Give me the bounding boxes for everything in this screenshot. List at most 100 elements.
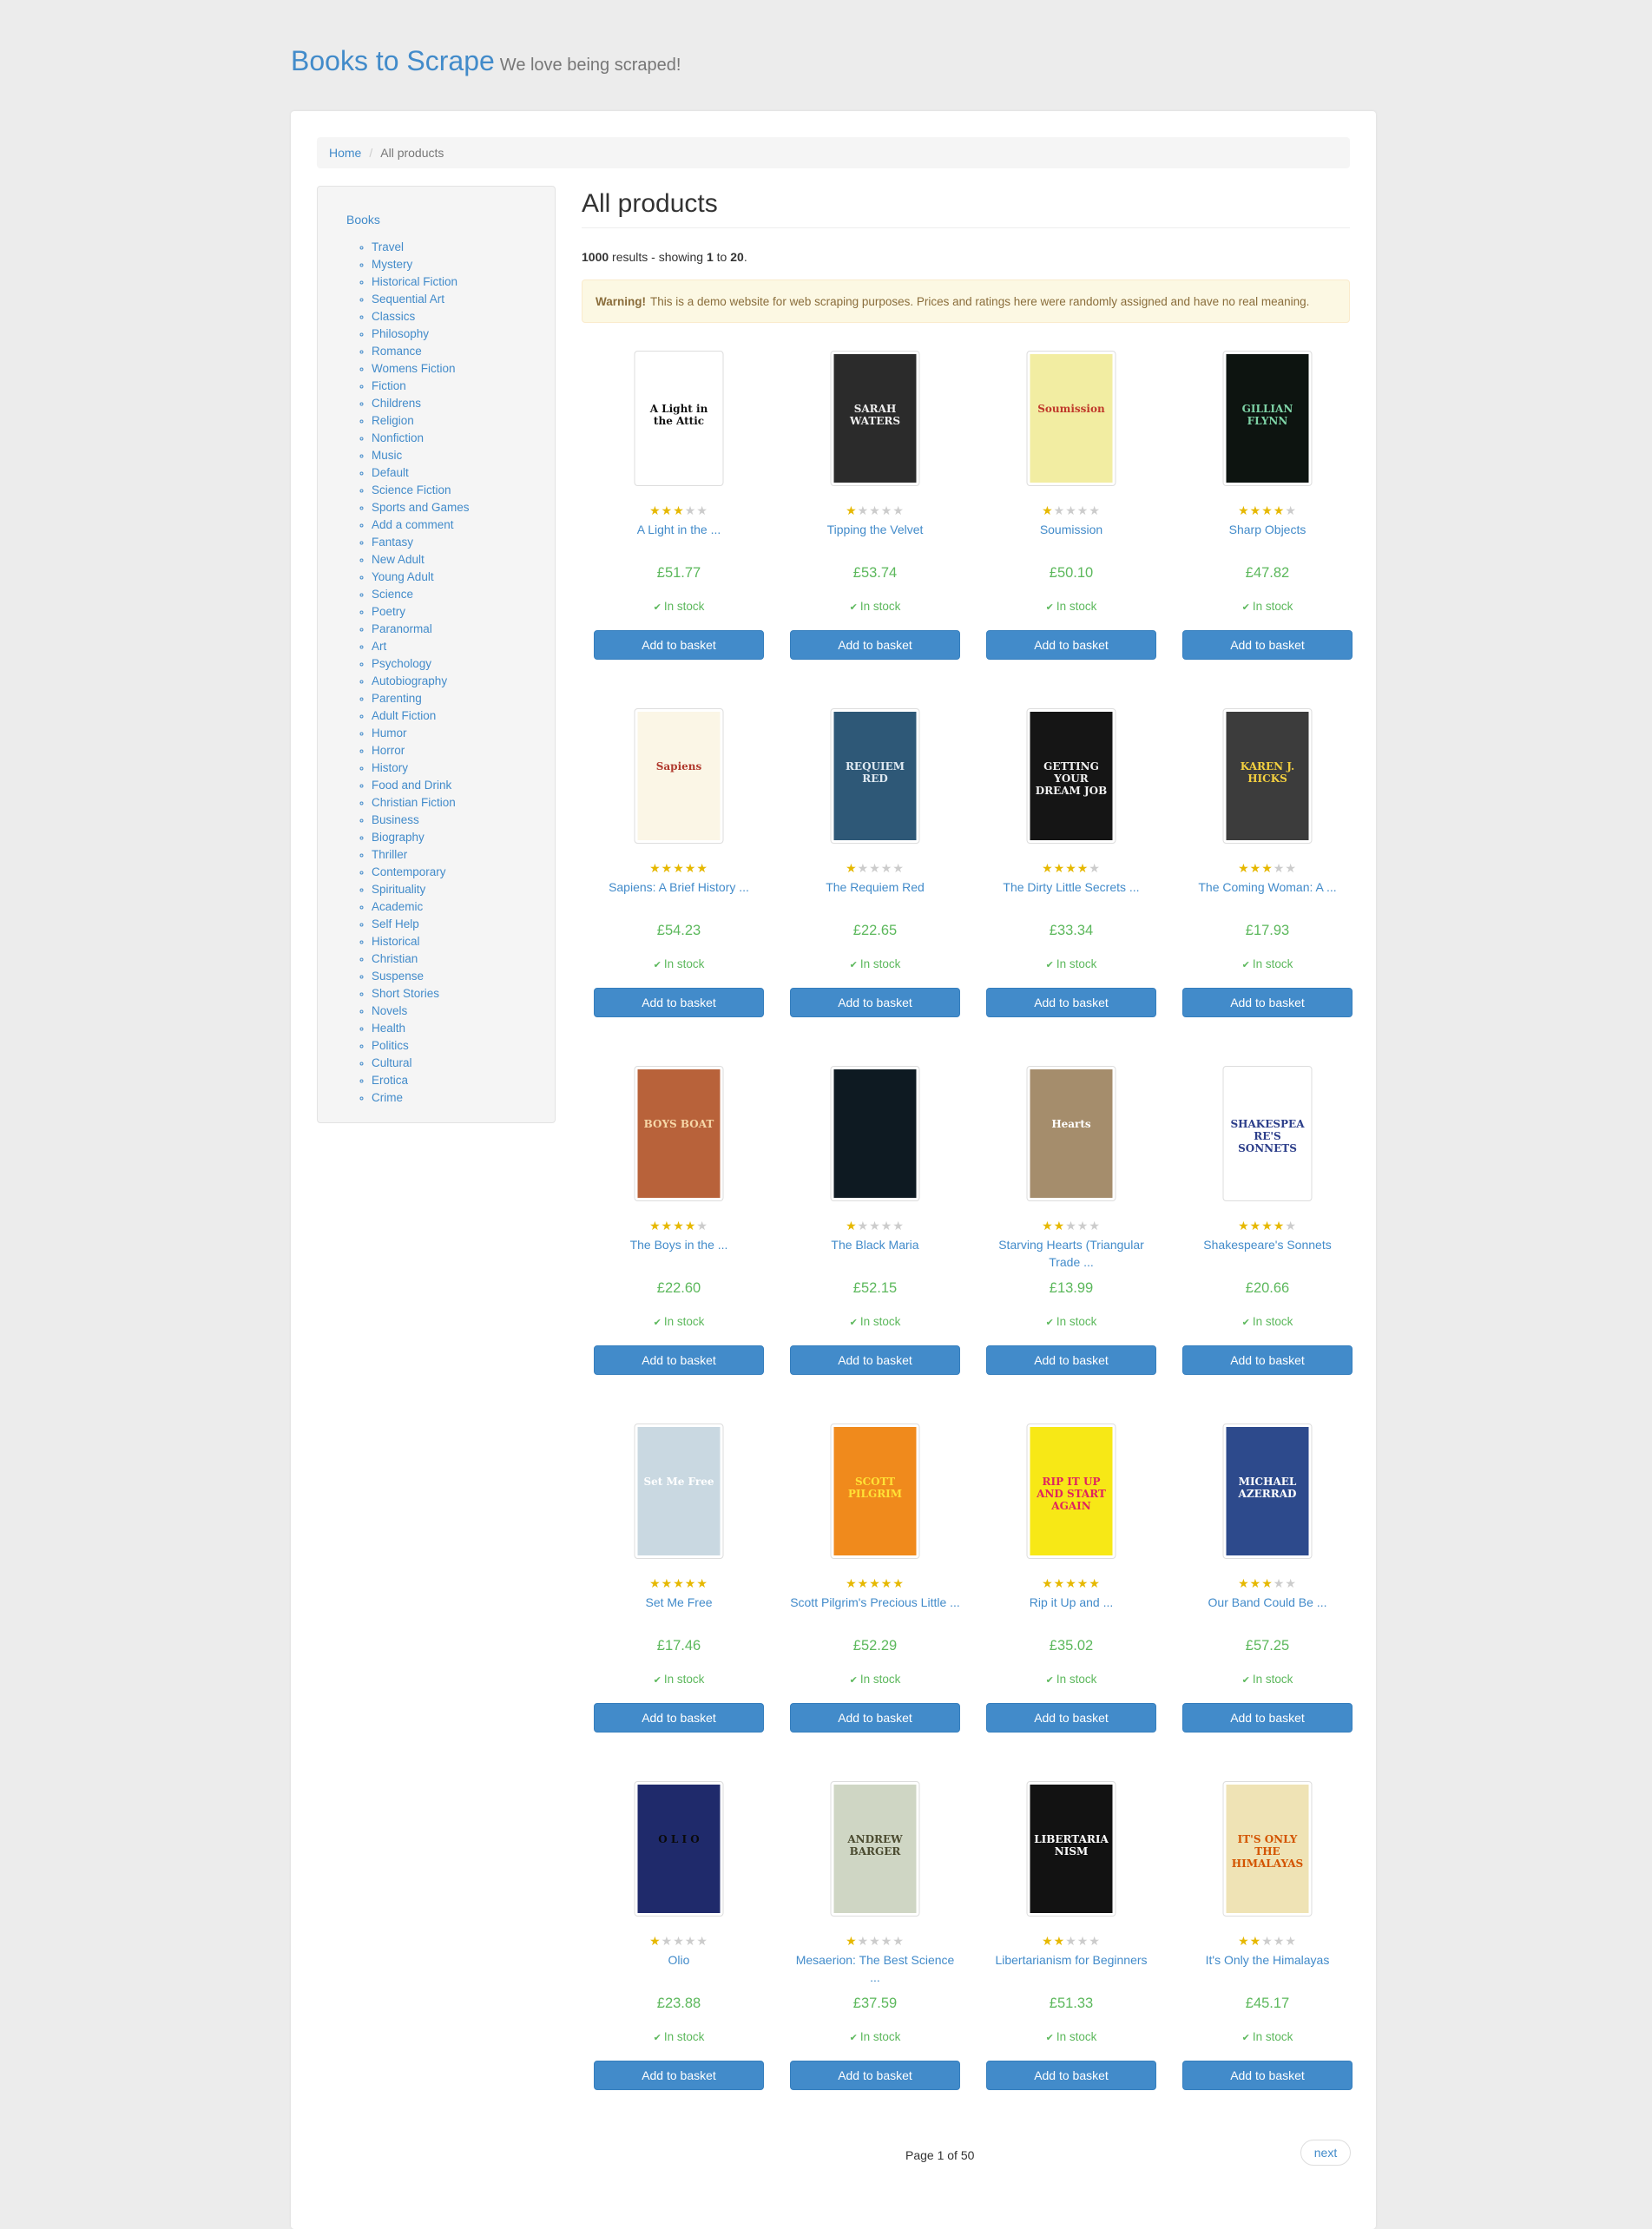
add-to-basket-button[interactable]: Add to basket bbox=[790, 1703, 960, 1733]
add-to-basket-button[interactable]: Add to basket bbox=[594, 988, 764, 1017]
sidebar-category-item[interactable]: Womens Fiction bbox=[372, 360, 470, 378]
book-cover-link[interactable]: RIP IT UP AND START AGAIN bbox=[1026, 1424, 1116, 1559]
next-page-button[interactable]: next bbox=[1300, 2140, 1351, 2166]
sidebar-category-link[interactable]: Add a comment bbox=[372, 518, 454, 531]
sidebar-category-link[interactable]: Contemporary bbox=[372, 865, 446, 878]
sidebar-category-link[interactable]: Christian bbox=[372, 952, 418, 965]
sidebar-category-item[interactable]: History bbox=[372, 759, 470, 777]
sidebar-category-link[interactable]: Art bbox=[372, 640, 386, 653]
book-cover-link[interactable]: BOYS BOAT bbox=[634, 1066, 724, 1201]
sidebar-category-item[interactable]: Erotica bbox=[372, 1072, 470, 1089]
sidebar-category-item[interactable]: Religion bbox=[372, 412, 470, 430]
sidebar-category-link[interactable]: Sequential Art bbox=[372, 293, 444, 306]
add-to-basket-button[interactable]: Add to basket bbox=[594, 2061, 764, 2090]
sidebar-category-item[interactable]: Psychology bbox=[372, 655, 470, 673]
sidebar-category-link[interactable]: Young Adult bbox=[372, 570, 434, 583]
sidebar-category-link[interactable]: Default bbox=[372, 466, 409, 479]
sidebar-category-item[interactable]: Young Adult bbox=[372, 569, 470, 586]
sidebar-category-item[interactable]: Crime bbox=[372, 1089, 470, 1107]
book-cover-link[interactable]: GILLIAN FLYNN bbox=[1222, 351, 1313, 486]
product-title-link[interactable]: Shakespeare's Sonnets bbox=[1182, 1236, 1353, 1253]
product-title-link[interactable]: Tipping the Velvet bbox=[790, 521, 960, 538]
product-title-link[interactable]: Olio bbox=[594, 1951, 764, 1969]
sidebar-category-link[interactable]: Travel bbox=[372, 240, 404, 253]
sidebar-category-link[interactable]: Fantasy bbox=[372, 536, 413, 549]
sidebar-category-link[interactable]: Historical bbox=[372, 935, 420, 948]
sidebar-category-link[interactable]: Religion bbox=[372, 414, 414, 427]
add-to-basket-button[interactable]: Add to basket bbox=[1182, 1345, 1353, 1375]
product-title-link[interactable]: Libertarianism for Beginners bbox=[986, 1951, 1156, 1969]
sidebar-category-item[interactable]: Nonfiction bbox=[372, 430, 470, 447]
sidebar-category-link[interactable]: Novels bbox=[372, 1004, 407, 1017]
sidebar-category-link[interactable]: Poetry bbox=[372, 605, 405, 618]
sidebar-category-item[interactable]: Business bbox=[372, 812, 470, 829]
sidebar-category-item[interactable]: Contemporary bbox=[372, 864, 470, 881]
product-title-link[interactable]: The Requiem Red bbox=[790, 878, 960, 896]
product-title-link[interactable]: It's Only the Himalayas bbox=[1182, 1951, 1353, 1969]
sidebar-category-link[interactable]: Autobiography bbox=[372, 674, 447, 687]
sidebar-category-item[interactable]: Politics bbox=[372, 1037, 470, 1055]
sidebar-category-item[interactable]: Biography bbox=[372, 829, 470, 846]
add-to-basket-button[interactable]: Add to basket bbox=[986, 1703, 1156, 1733]
book-cover-link[interactable]: LIBERTARIANISM bbox=[1026, 1781, 1116, 1917]
sidebar-category-link[interactable]: Classics bbox=[372, 310, 415, 323]
add-to-basket-button[interactable]: Add to basket bbox=[1182, 1703, 1353, 1733]
sidebar-category-item[interactable]: Art bbox=[372, 638, 470, 655]
sidebar-category-item[interactable]: Suspense bbox=[372, 968, 470, 985]
product-title-link[interactable]: Our Band Could Be ... bbox=[1182, 1594, 1353, 1611]
sidebar-category-item[interactable]: Sports and Games bbox=[372, 499, 470, 516]
sidebar-category-link[interactable]: Spirituality bbox=[372, 883, 425, 896]
add-to-basket-button[interactable]: Add to basket bbox=[594, 1703, 764, 1733]
sidebar-category-item[interactable]: Food and Drink bbox=[372, 777, 470, 794]
sidebar-category-link[interactable]: Cultural bbox=[372, 1056, 412, 1069]
book-cover-link[interactable]: Hearts bbox=[1026, 1066, 1116, 1201]
book-cover-link[interactable]: KAREN J. HICKS bbox=[1222, 708, 1313, 844]
breadcrumb-home-link[interactable]: Home bbox=[329, 146, 361, 160]
sidebar-category-link[interactable]: Short Stories bbox=[372, 987, 439, 1000]
product-title-link[interactable]: Starving Hearts (Triangular Trade ... bbox=[986, 1236, 1156, 1271]
product-title-link[interactable]: The Dirty Little Secrets ... bbox=[986, 878, 1156, 896]
sidebar-category-item[interactable]: Philosophy bbox=[372, 325, 470, 343]
sidebar-category-item[interactable]: Spirituality bbox=[372, 881, 470, 898]
sidebar-category-link[interactable]: Science Fiction bbox=[372, 483, 451, 496]
sidebar-category-link[interactable]: Business bbox=[372, 813, 419, 826]
sidebar-category-item[interactable]: Classics bbox=[372, 308, 470, 325]
sidebar-category-link[interactable]: Erotica bbox=[372, 1074, 408, 1087]
sidebar-category-item[interactable]: Adult Fiction bbox=[372, 707, 470, 725]
sidebar-category-link[interactable]: Philosophy bbox=[372, 327, 429, 340]
sidebar-category-item[interactable]: Academic bbox=[372, 898, 470, 916]
sidebar-category-link[interactable]: Psychology bbox=[372, 657, 431, 670]
sidebar-category-item[interactable]: Music bbox=[372, 447, 470, 464]
add-to-basket-button[interactable]: Add to basket bbox=[790, 1345, 960, 1375]
product-title-link[interactable]: Rip it Up and ... bbox=[986, 1594, 1156, 1611]
sidebar-category-link[interactable]: Childrens bbox=[372, 397, 421, 410]
book-cover-link[interactable]: MICHAEL AZERRAD bbox=[1222, 1424, 1313, 1559]
sidebar-category-item[interactable]: Self Help bbox=[372, 916, 470, 933]
book-cover-link[interactable]: REQUIEM RED bbox=[830, 708, 920, 844]
sidebar-category-link[interactable]: Christian Fiction bbox=[372, 796, 456, 809]
book-cover-link[interactable]: ANDREW BARGER bbox=[830, 1781, 920, 1917]
product-title-link[interactable]: The Black Maria bbox=[790, 1236, 960, 1253]
sidebar-category-item[interactable]: Parenting bbox=[372, 690, 470, 707]
sidebar-category-link[interactable]: Paranormal bbox=[372, 622, 432, 635]
book-cover-link[interactable]: SHAKESPEARE'S SONNETS bbox=[1222, 1066, 1313, 1201]
brand-link[interactable]: Books to Scrape bbox=[291, 45, 495, 77]
sidebar-category-item[interactable]: Default bbox=[372, 464, 470, 482]
sidebar-category-item[interactable]: Cultural bbox=[372, 1055, 470, 1072]
product-title-link[interactable]: The Boys in the ... bbox=[594, 1236, 764, 1253]
add-to-basket-button[interactable]: Add to basket bbox=[1182, 2061, 1353, 2090]
sidebar-category-item[interactable]: Historical Fiction bbox=[372, 273, 470, 291]
sidebar-category-item[interactable]: Novels bbox=[372, 1003, 470, 1020]
sidebar-category-item[interactable]: Christian bbox=[372, 950, 470, 968]
sidebar-category-item[interactable]: Christian Fiction bbox=[372, 794, 470, 812]
sidebar-category-item[interactable]: Science Fiction bbox=[372, 482, 470, 499]
sidebar-category-link[interactable]: Fiction bbox=[372, 379, 406, 392]
sidebar-category-link[interactable]: Thriller bbox=[372, 848, 407, 861]
sidebar-category-item[interactable]: Short Stories bbox=[372, 985, 470, 1003]
add-to-basket-button[interactable]: Add to basket bbox=[986, 2061, 1156, 2090]
book-cover-link[interactable]: IT'S ONLY THE HIMALAYAS bbox=[1222, 1781, 1313, 1917]
sidebar-category-item[interactable]: Fiction bbox=[372, 378, 470, 395]
add-to-basket-button[interactable]: Add to basket bbox=[986, 988, 1156, 1017]
sidebar-category-link[interactable]: Music bbox=[372, 449, 402, 462]
sidebar-category-link[interactable]: Adult Fiction bbox=[372, 709, 436, 722]
